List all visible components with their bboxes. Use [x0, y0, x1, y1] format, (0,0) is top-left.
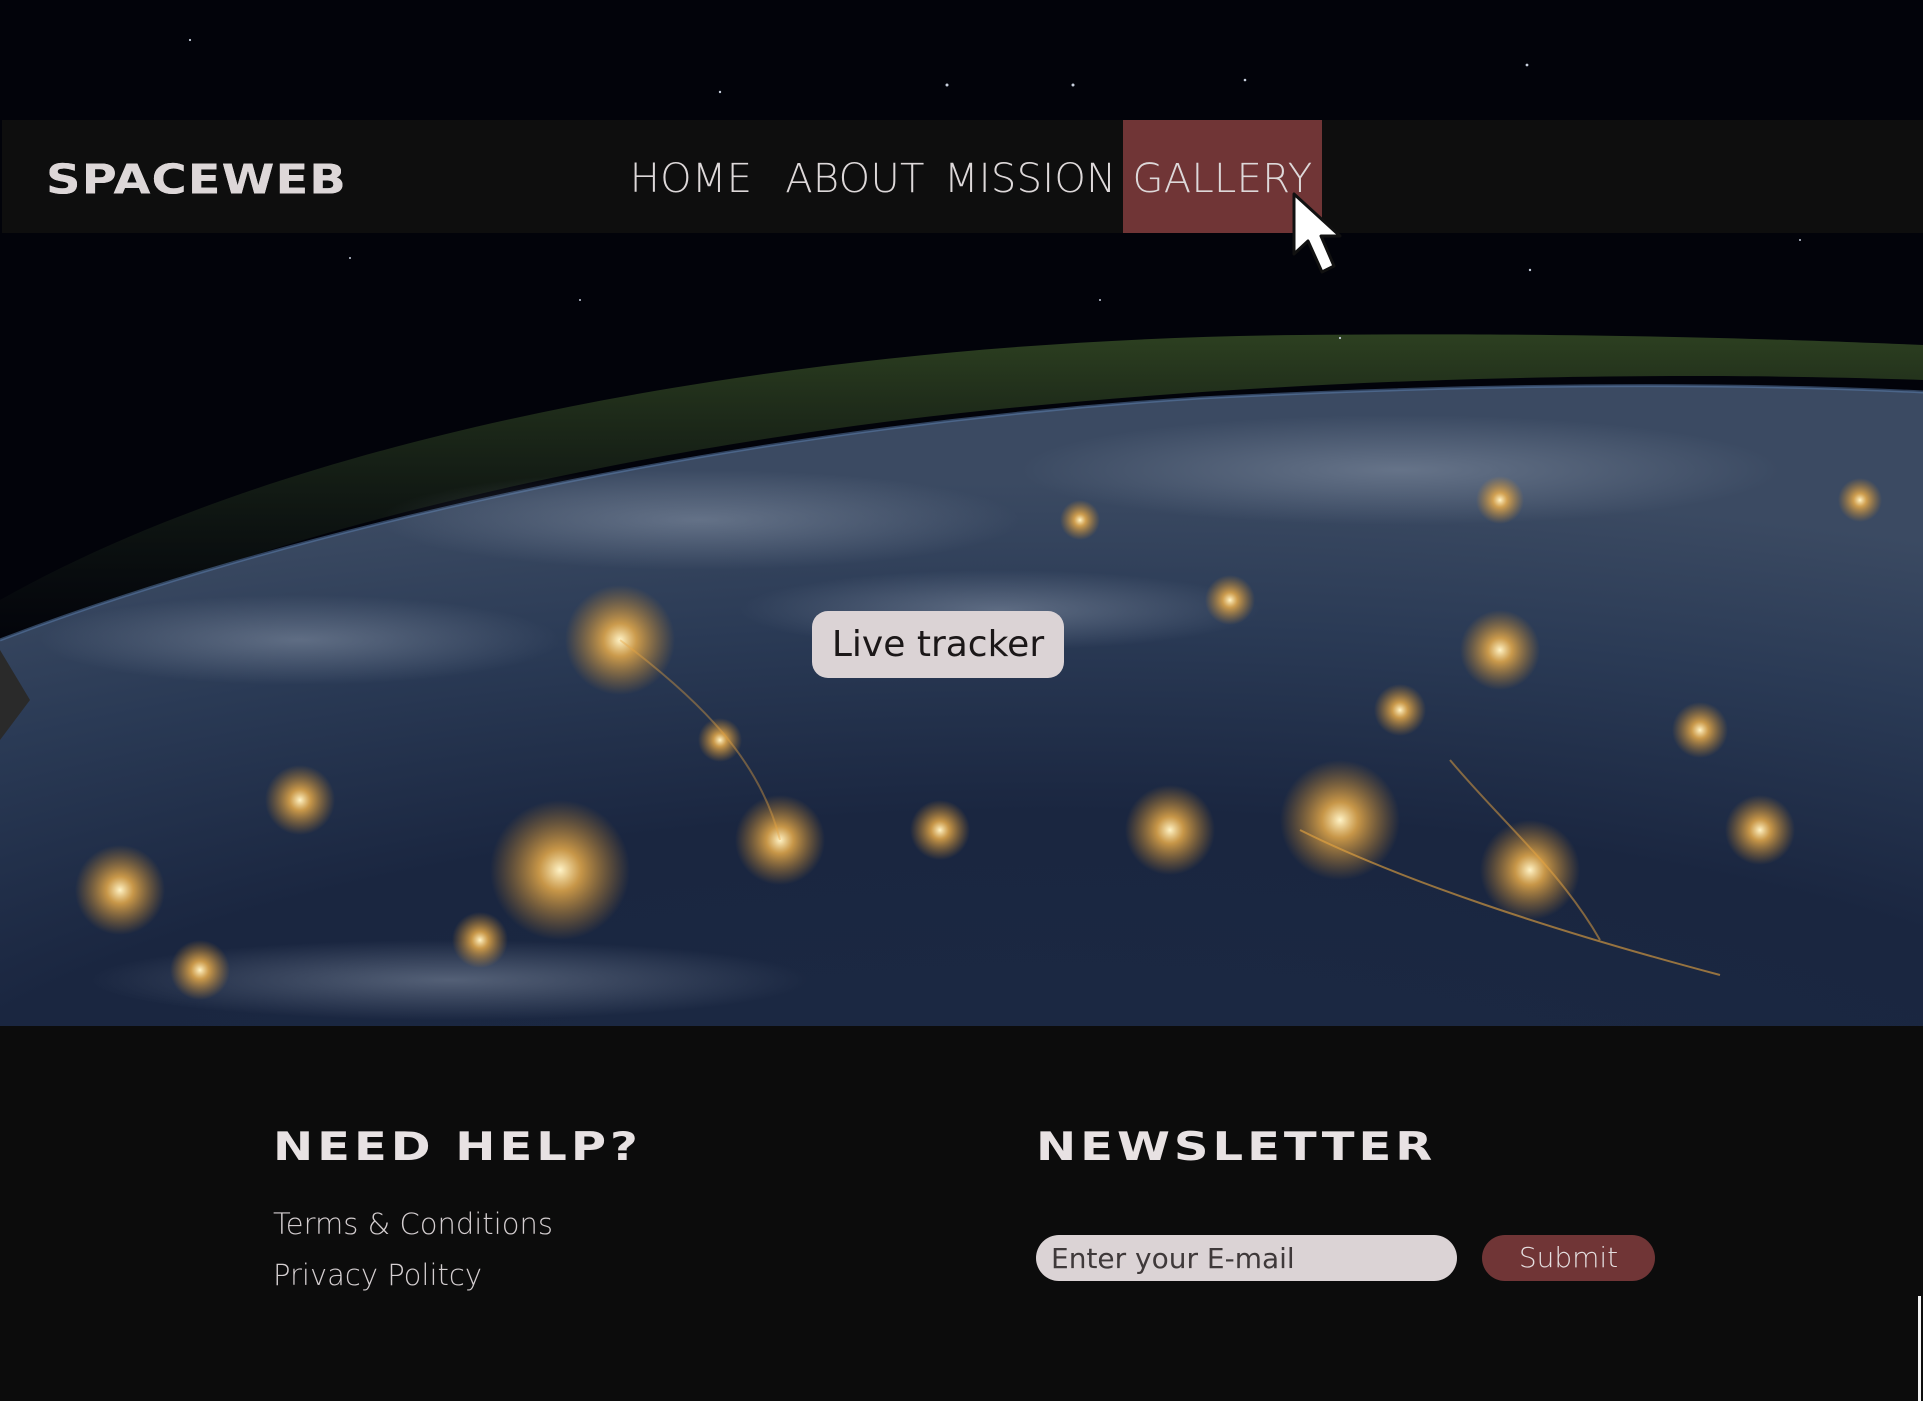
newsletter-submit-button[interactable]: Submit [1482, 1235, 1655, 1281]
privacy-policy-link[interactable]: Privacy Politcy [273, 1258, 482, 1292]
page: SPACEWEB HOME ABOUT MISSION GALLERY Live… [0, 0, 1923, 1401]
brand-logo[interactable]: SPACEWEB [46, 155, 347, 206]
newsletter-email-input[interactable] [1036, 1235, 1457, 1281]
terms-conditions-link[interactable]: Terms & Conditions [273, 1207, 553, 1241]
nav-item-about[interactable]: ABOUT [784, 120, 926, 233]
edge-divider [1918, 1296, 1921, 1401]
need-help-heading: NEED HELP? [273, 1124, 642, 1170]
top-navigation: SPACEWEB HOME ABOUT MISSION GALLERY [2, 120, 1923, 233]
nav-item-home[interactable]: HOME [623, 120, 759, 233]
nav-item-mission[interactable]: MISSION [944, 120, 1116, 233]
mouse-pointer-icon [1292, 192, 1342, 274]
live-tracker-button[interactable]: Live tracker [812, 611, 1064, 678]
footer: NEED HELP? Terms & Conditions Privacy Po… [0, 1026, 1923, 1401]
newsletter-heading: NEWSLETTER [1036, 1124, 1437, 1170]
